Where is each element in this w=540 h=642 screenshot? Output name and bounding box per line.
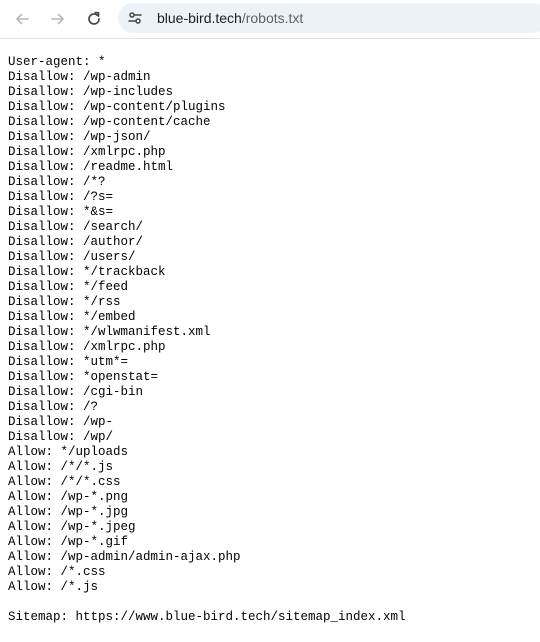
arrow-right-icon [51, 13, 64, 25]
text-line: Disallow: /search/ [8, 220, 144, 234]
text-line: Allow: /wp-*.jpeg [8, 520, 136, 534]
text-line: Allow: /wp-*.gif [8, 535, 129, 549]
text-line: Disallow: *&s= [8, 205, 114, 219]
text-line: Disallow: */feed [8, 280, 129, 294]
text-line: User-agent: * [8, 55, 106, 69]
text-line: Disallow: /wp-content/cache [8, 115, 211, 129]
text-line: Disallow: *openstat= [8, 370, 159, 384]
url-host: blue-bird.tech [157, 10, 242, 26]
arrow-left-icon [16, 13, 29, 25]
text-line: Disallow: /? [8, 400, 99, 414]
browser-toolbar: blue-bird.tech/robots.txt [0, 0, 540, 39]
text-line: Disallow: /wp-admin [8, 70, 151, 84]
text-line: Disallow: /wp/ [8, 430, 114, 444]
text-line: Disallow: /*? [8, 175, 106, 189]
text-line: Disallow: /users/ [8, 250, 136, 264]
text-line: Allow: */uploads [8, 445, 129, 459]
address-bar[interactable]: blue-bird.tech/robots.txt [118, 3, 540, 33]
text-line: Disallow: */rss [8, 295, 121, 309]
text-line: Allow: /wp-admin/admin-ajax.php [8, 550, 241, 564]
text-line: Disallow: */trackback [8, 265, 166, 279]
text-line: Disallow: *utm*= [8, 355, 129, 369]
url-text[interactable]: blue-bird.tech/robots.txt [157, 10, 303, 26]
text-line: Disallow: /cgi-bin [8, 385, 144, 399]
reload-icon [88, 11, 100, 25]
site-info-button[interactable] [122, 5, 148, 31]
robots-txt-content: User-agent: * Disallow: /wp-admin Disallow… [8, 55, 406, 625]
text-line: Allow: /*/*.js [8, 460, 114, 474]
text-line: Disallow: /author/ [8, 235, 144, 249]
reload-button[interactable] [80, 5, 108, 33]
text-line: Allow: /wp-*.png [8, 490, 129, 504]
text-line: Allow: /*/*.css [8, 475, 121, 489]
text-line: Allow: /*.js [8, 580, 99, 594]
text-line: Disallow: /wp-json/ [8, 130, 151, 144]
text-line [8, 595, 406, 610]
text-line: Allow: /*.css [8, 565, 106, 579]
text-line: Disallow: /wp- [8, 415, 114, 429]
text-line: Disallow: */wlwmanifest.xml [8, 325, 211, 339]
text-line: Disallow: /wp-includes [8, 85, 174, 99]
url-path: /robots.txt [241, 10, 304, 26]
text-line: Sitemap: https://www.blue-bird.tech/site… [8, 610, 406, 624]
text-line: Disallow: /wp-content/plugins [8, 100, 226, 114]
text-line: Disallow: /xmlrpc.php [8, 145, 166, 159]
text-line: Disallow: */embed [8, 310, 136, 324]
text-line: Disallow: /?s= [8, 190, 114, 204]
back-button[interactable] [8, 5, 36, 33]
forward-button[interactable] [44, 5, 72, 33]
text-line: Allow: /wp-*.jpg [8, 505, 129, 519]
tune-icon [128, 12, 142, 24]
text-line: Disallow: /xmlrpc.php [8, 340, 166, 354]
text-line: Disallow: /readme.html [8, 160, 174, 174]
